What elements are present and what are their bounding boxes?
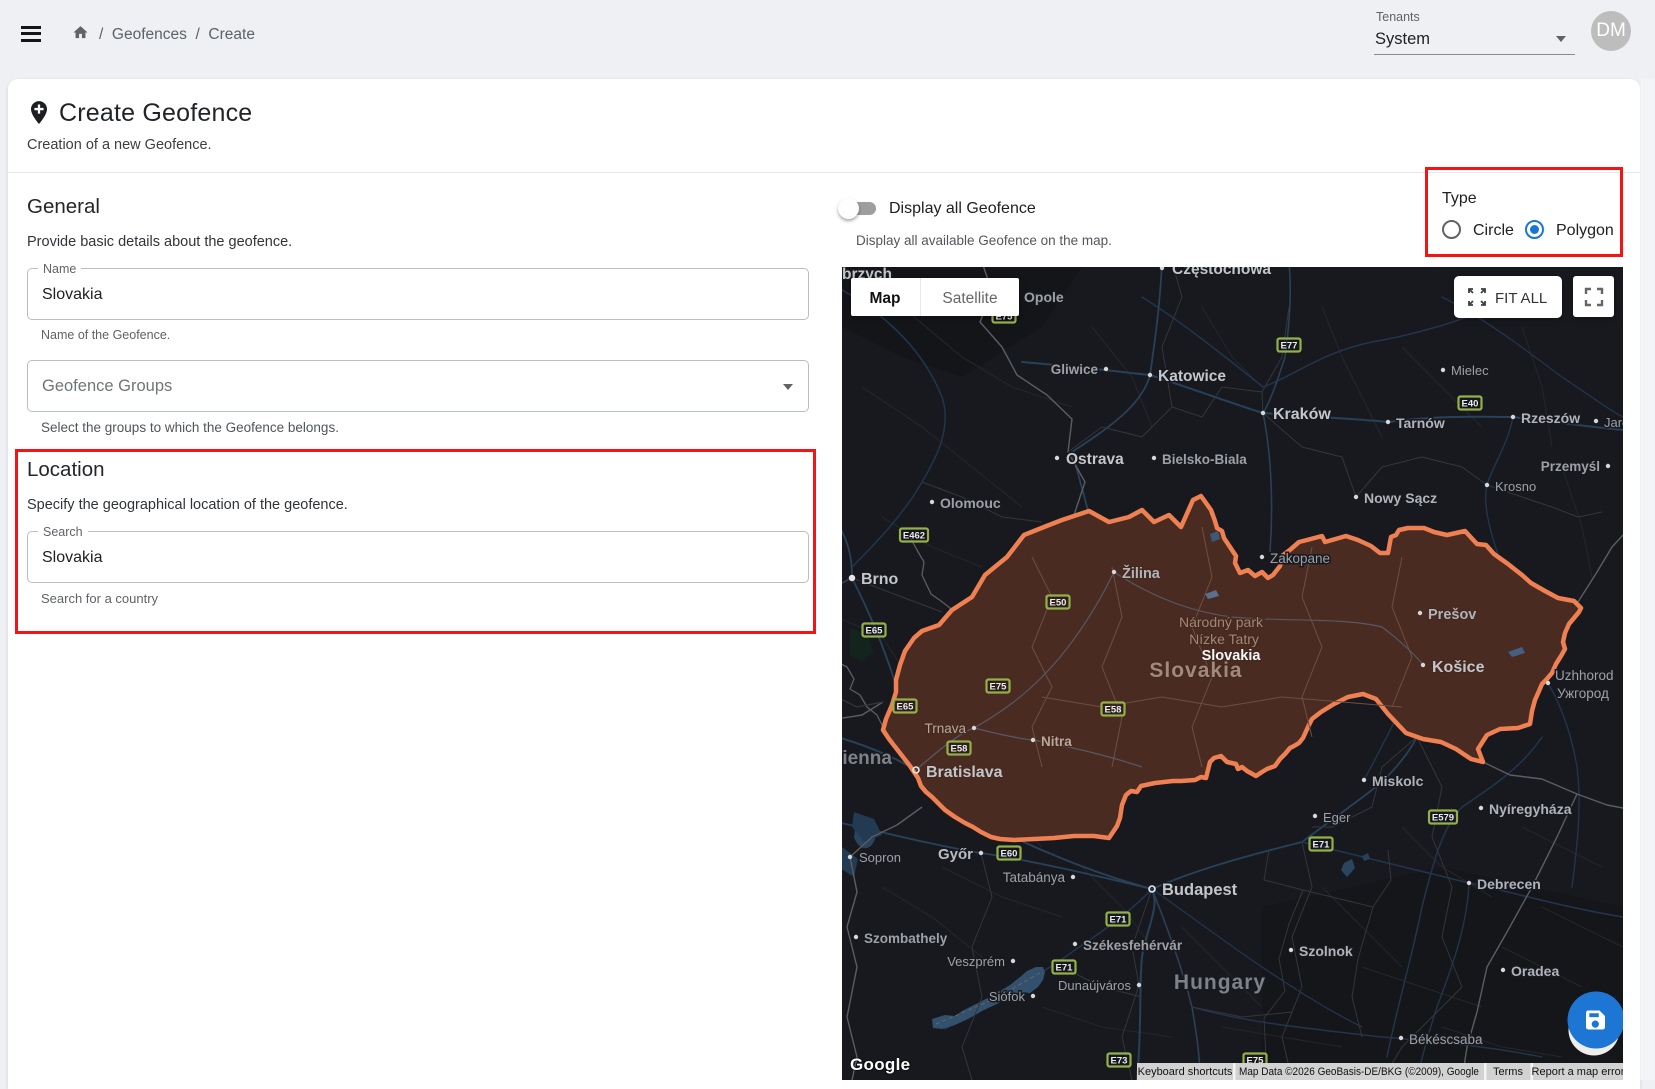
svg-text:E58: E58	[1105, 705, 1122, 716]
svg-text:E40: E40	[1462, 399, 1479, 410]
svg-text:Veszprém: Veszprém	[947, 954, 1005, 969]
svg-text:Częstochowa: Częstochowa	[1172, 267, 1271, 278]
svg-text:Oradea: Oradea	[1511, 963, 1559, 979]
svg-text:Terms: Terms	[1493, 1066, 1523, 1078]
svg-text:Vienna: Vienna	[842, 748, 892, 769]
svg-text:Bratislava: Bratislava	[926, 764, 1003, 781]
svg-text:Tarnów: Tarnów	[1396, 415, 1445, 431]
svg-text:Slovakia: Slovakia	[1149, 659, 1242, 682]
svg-text:E60: E60	[1001, 849, 1018, 860]
svg-text:Debrecen: Debrecen	[1477, 876, 1541, 892]
svg-text:E579: E579	[1432, 813, 1454, 824]
svg-text:Zakopane: Zakopane	[1270, 551, 1330, 566]
svg-text:Map: Map	[870, 290, 901, 307]
svg-text:E71: E71	[1313, 840, 1331, 851]
svg-text:Hungary: Hungary	[1174, 971, 1266, 994]
svg-text:Ужгород: Ужгород	[1557, 686, 1609, 701]
svg-text:Satellite: Satellite	[942, 290, 997, 307]
svg-text:Mielec: Mielec	[1451, 363, 1489, 378]
svg-text:Prešov: Prešov	[1428, 607, 1476, 623]
svg-text:Map Data ©2026 GeoBasis-DE/BKG: Map Data ©2026 GeoBasis-DE/BKG (©2009), …	[1239, 1066, 1479, 1078]
svg-text:Keyboard shortcuts: Keyboard shortcuts	[1138, 1066, 1233, 1078]
svg-text:Uzhhorod: Uzhhorod	[1555, 668, 1614, 683]
svg-text:Bielsko-Biala: Bielsko-Biala	[1162, 452, 1247, 467]
svg-text:Győr: Győr	[938, 846, 973, 863]
svg-text:Budapest: Budapest	[1162, 881, 1238, 899]
svg-text:Przemyśl: Przemyśl	[1541, 459, 1600, 474]
svg-text:Gliwice: Gliwice	[1051, 362, 1099, 377]
svg-text:Google: Google	[850, 1055, 910, 1074]
svg-text:Report a map error: Report a map error	[1532, 1066, 1623, 1078]
svg-text:E77: E77	[1281, 341, 1298, 352]
svg-text:Jaro: Jaro	[1604, 415, 1623, 430]
svg-text:Košice: Košice	[1432, 659, 1485, 676]
svg-text:FIT ALL: FIT ALL	[1495, 290, 1547, 307]
svg-text:Ostrava: Ostrava	[1066, 451, 1124, 468]
svg-text:Miskolc: Miskolc	[1372, 773, 1424, 789]
svg-text:E50: E50	[1050, 598, 1067, 609]
svg-text:E73: E73	[1111, 1056, 1128, 1067]
svg-text:Dunaújváros: Dunaújváros	[1058, 978, 1131, 993]
svg-text:E71: E71	[1056, 963, 1074, 974]
svg-text:Národný park: Národný park	[1179, 614, 1264, 630]
svg-text:Žilina: Žilina	[1122, 564, 1161, 582]
svg-text:Nyíregyháza: Nyíregyháza	[1489, 801, 1572, 817]
svg-text:Opole: Opole	[1024, 289, 1064, 305]
svg-text:Nitra: Nitra	[1041, 734, 1072, 749]
svg-text:Katowice: Katowice	[1158, 368, 1226, 385]
svg-text:E75: E75	[990, 682, 1008, 693]
svg-text:Eger: Eger	[1323, 810, 1351, 825]
svg-text:Békéscsaba: Békéscsaba	[1409, 1032, 1483, 1047]
svg-text:Nowy Sącz: Nowy Sącz	[1364, 490, 1437, 506]
svg-text:Trnava: Trnava	[924, 721, 966, 736]
svg-text:Szolnok: Szolnok	[1299, 943, 1353, 959]
svg-text:E65: E65	[866, 626, 884, 637]
svg-text:Rzeszów: Rzeszów	[1521, 410, 1580, 426]
svg-text:Kraków: Kraków	[1273, 406, 1331, 423]
svg-text:E462: E462	[903, 531, 925, 542]
svg-text:Szombathely: Szombathely	[864, 931, 948, 946]
svg-text:Tatabánya: Tatabánya	[1003, 870, 1066, 885]
svg-text:E58: E58	[951, 744, 968, 755]
svg-text:E65: E65	[897, 702, 915, 713]
svg-text:Siófok: Siófok	[989, 989, 1026, 1004]
svg-text:Olomouc: Olomouc	[940, 495, 1001, 511]
svg-text:Székesfehérvár: Székesfehérvár	[1083, 938, 1183, 953]
svg-text:Brno: Brno	[861, 571, 899, 588]
svg-text:E71: E71	[1110, 915, 1128, 926]
svg-text:Sopron: Sopron	[859, 850, 901, 865]
svg-text:Krosno: Krosno	[1495, 479, 1536, 494]
svg-text:Nízke Tatry: Nízke Tatry	[1189, 631, 1259, 647]
